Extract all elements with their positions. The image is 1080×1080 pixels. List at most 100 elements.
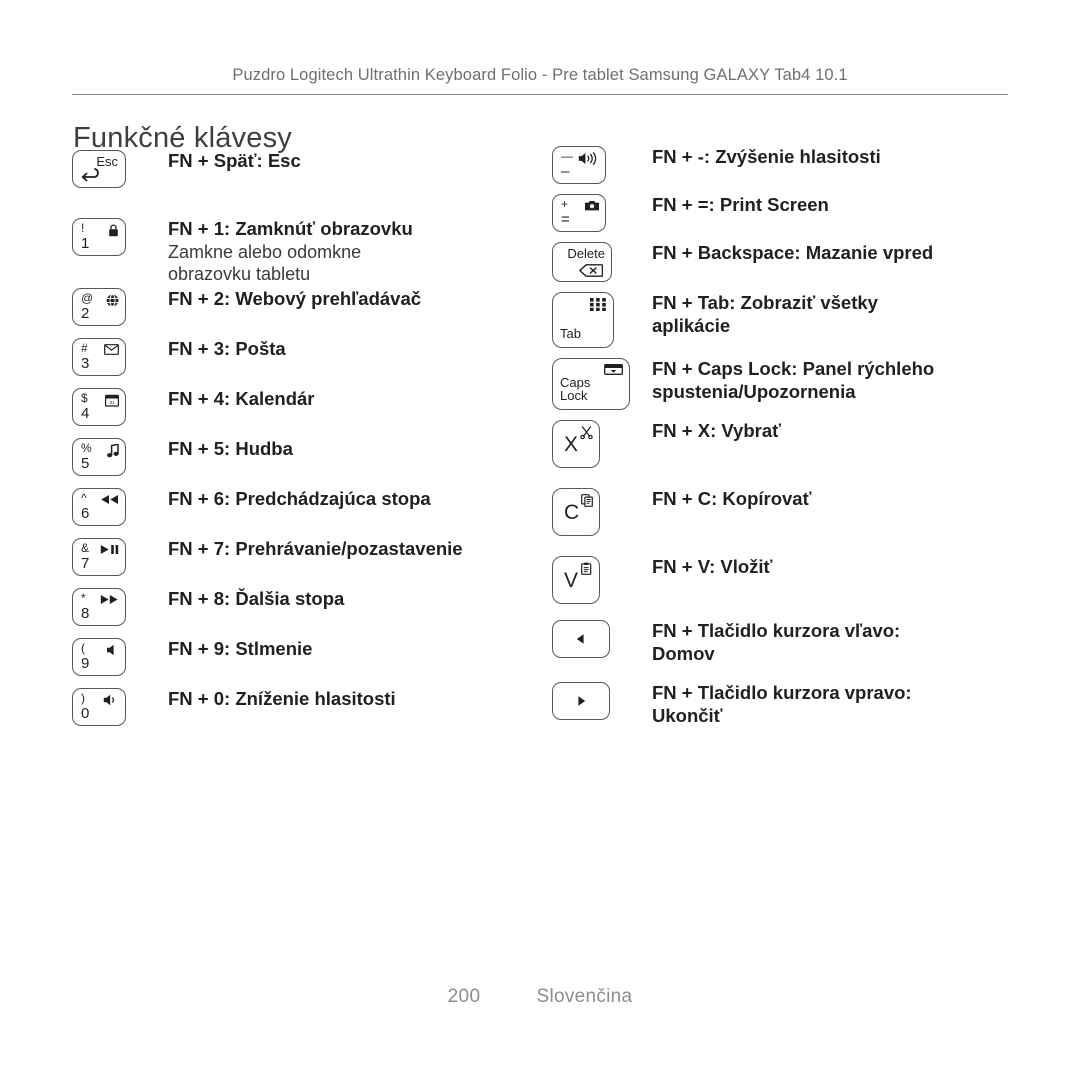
keycap: * 8 (72, 588, 126, 626)
keycap-slot: & 7 (72, 538, 168, 576)
keycap-esc-legend: Esc (96, 154, 118, 169)
keycap-slot: * 8 (72, 588, 168, 626)
keycap: % 5 (72, 438, 126, 476)
keycap (552, 682, 610, 720)
shortcut-row: FN + Tlačidlo kurzora vpravo: Ukončiť (552, 682, 1022, 728)
keycap-slot: C (552, 488, 652, 536)
shortcut-description: FN + 0: Zníženie hlasitosti (168, 688, 396, 709)
keycap-top-legend: ! (81, 221, 85, 235)
keycap: — – (552, 146, 606, 184)
shortcut-text: FN + 9: Stlmenie (168, 638, 542, 661)
keycap-top-legend: @ (81, 291, 94, 305)
keycap-primary-legend: 0 (81, 705, 90, 722)
header-divider (72, 94, 1008, 95)
rewind-icon (100, 494, 119, 505)
back-arrow-icon (81, 168, 103, 183)
keycap: + = (552, 194, 606, 232)
keycap-slot: ^ 6 (72, 488, 168, 526)
shortcut-description: FN + Tab: Zobraziť všetky aplikácie (652, 292, 878, 336)
fast-forward-icon (100, 594, 119, 605)
shortcut-text: FN + X: Vybrať (652, 420, 1022, 443)
keycap: ) 0 (72, 688, 126, 726)
shortcut-row: Delete FN + Backspace: Mazanie vpred (552, 242, 1022, 282)
shortcut-text: FN + 7: Prehrávanie/pozastavenie (168, 538, 542, 561)
shortcut-description: FN + 8: Ďalšia stopa (168, 588, 345, 609)
keycap-slot: % 5 (72, 438, 168, 476)
keycap-primary-legend: – (561, 163, 570, 180)
play-pause-icon (100, 544, 119, 555)
shortcut-description: FN + Backspace: Mazanie vpred (652, 242, 934, 263)
shortcut-description: FN + Caps Lock: Panel rýchleho spustenia/… (652, 358, 935, 402)
keycap-top-legend: ) (81, 691, 85, 705)
keycap: ! 1 (72, 218, 126, 256)
shortcut-text: FN + Caps Lock: Panel rýchleho spustenia/… (652, 358, 1022, 404)
keycap-primary-legend: 1 (81, 235, 90, 252)
shortcut-subtext: Zamkne alebo odomkne obrazovku tabletu (168, 241, 362, 285)
keycap-top-legend: & (81, 541, 90, 555)
keycap-top-legend: ^ (81, 491, 87, 505)
keycap-primary-legend: 6 (81, 505, 90, 522)
shortcut-text: FN + -: Zvýšenie hlasitosti (652, 146, 1022, 169)
shortcut-text: FN + Tlačidlo kurzora vpravo: Ukončiť (652, 682, 1022, 728)
keycap: ^ 6 (72, 488, 126, 526)
keycap-slot: #3 (72, 338, 168, 376)
keycap-slot: Caps Lock (552, 358, 652, 410)
paste-icon (581, 562, 593, 575)
shortcut-row: Esc FN + Späť: Esc (72, 150, 542, 188)
keycap-letter-legend: X (564, 433, 579, 456)
shortcut-description: FN + 4: Kalendár (168, 388, 315, 409)
shortcut-text: FN + 4: Kalendár (168, 388, 542, 411)
shortcut-description: FN + 9: Stlmenie (168, 638, 313, 659)
shortcut-row: Tab FN + Tab: Zobraziť všetky aplikácie (552, 292, 1022, 348)
shortcut-text: FN + Späť: Esc (168, 150, 542, 173)
keycap-top-legend: % (81, 441, 92, 455)
envelope-icon (104, 344, 119, 355)
keycap (552, 620, 610, 658)
shortcut-description: FN + 2: Webový prehľadávač (168, 288, 422, 309)
volume-down-icon (103, 694, 119, 706)
shortcut-description: FN + -: Zvýšenie hlasitosti (652, 146, 881, 167)
shortcut-row: @2 FN + 2: Webový prehľadávač (72, 288, 542, 326)
shortcut-row: * 8 FN + 8: Ďalšia stopa (72, 588, 542, 626)
shortcut-row: & 7 FN + 7: Prehrávanie/pozastavenie (72, 538, 542, 576)
keycap-top-legend: $ (81, 391, 88, 405)
keycap: V (552, 556, 600, 604)
shortcut-row: C FN + C: Kopírovať (552, 488, 1022, 536)
shortcut-row: — – FN + -: Zvýšenie hlasitosti (552, 146, 1022, 184)
footer-language: Slovenčina (536, 986, 633, 1007)
app-grid-icon (590, 298, 607, 311)
shortcut-description: FN + 7: Prehrávanie/pozastavenie (168, 538, 463, 559)
keycap-letter-legend: V (564, 569, 579, 592)
keycap-slot: ! 1 (72, 218, 168, 256)
shortcut-description: FN + C: Kopírovať (652, 488, 812, 509)
shortcut-row: V FN + V: Vložiť (552, 556, 1022, 604)
keycap-primary-legend: 8 (81, 605, 90, 622)
shortcut-row: $4 31 FN + 4: Kalendár (72, 388, 542, 426)
shortcut-row: ^ 6 FN + 6: Predchádzajúca stopa (72, 488, 542, 526)
keycap-word-legend: Tab (560, 326, 581, 342)
shortcut-text: FN + Tab: Zobraziť všetky aplikácie (652, 292, 1022, 338)
keycap-primary-legend: 4 (81, 405, 90, 422)
arrow-left-icon (553, 633, 609, 645)
shortcut-text: FN + 2: Webový prehľadávač (168, 288, 542, 311)
keycap: Caps Lock (552, 358, 630, 410)
keycap: #3 (72, 338, 126, 376)
music-note-icon (107, 444, 119, 458)
keycap-primary-legend: 7 (81, 555, 90, 572)
keycap-slot (552, 620, 652, 658)
copy-icon (581, 494, 593, 507)
keycap-slot: @2 (72, 288, 168, 326)
camera-icon (585, 200, 599, 211)
keycap-top-legend: — (561, 149, 573, 163)
shortcut-text: FN + 3: Pošta (168, 338, 542, 361)
shortcut-description: FN + 3: Pošta (168, 338, 286, 359)
svg-text:31: 31 (109, 400, 115, 405)
shortcut-text: FN + 5: Hudba (168, 438, 542, 461)
keycap-slot: Delete (552, 242, 652, 282)
keycap-primary-legend: 3 (81, 355, 90, 372)
keycap-primary-legend: 2 (81, 305, 90, 322)
shortcut-text: FN + 6: Predchádzajúca stopa (168, 488, 542, 511)
keycap-letter-legend: C (564, 501, 580, 524)
keycap-primary-legend: = (561, 211, 570, 228)
shortcut-text: FN + =: Print Screen (652, 194, 1022, 217)
